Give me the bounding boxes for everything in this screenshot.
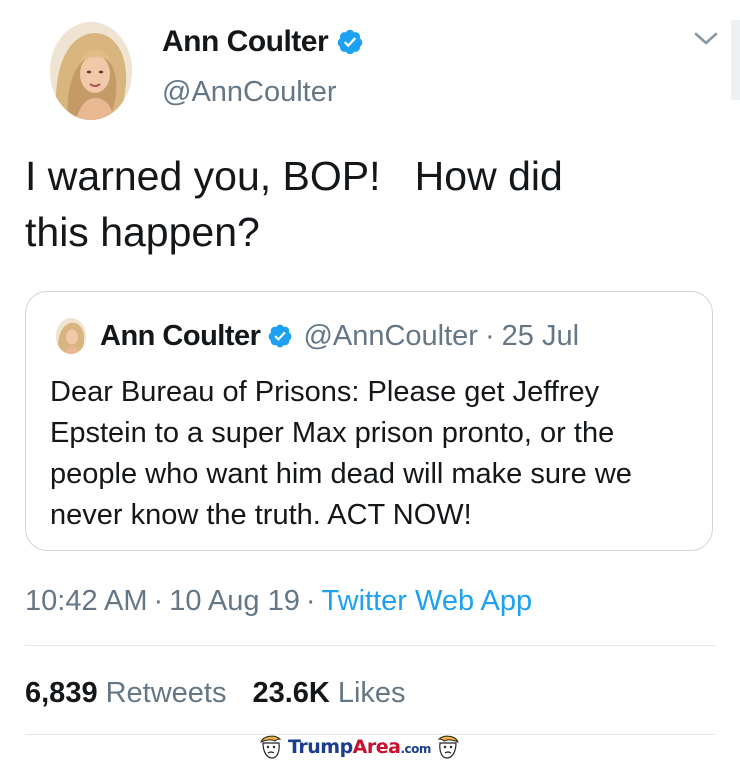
likes-label: Likes	[337, 677, 406, 709]
quoted-tweet-date: 25 Jul	[501, 319, 580, 352]
tweet-text: I warned you, BOP! How did this happen?	[25, 153, 563, 255]
watermark-trump: Trump	[288, 736, 353, 758]
tweet-source-link[interactable]: Twitter Web App	[322, 585, 533, 617]
author-handle[interactable]: @AnnCoulter	[162, 74, 337, 110]
trumparea-watermark: TrumpArea.com	[258, 733, 461, 761]
divider	[25, 645, 715, 646]
author-avatar[interactable]	[50, 22, 132, 120]
author-name-row[interactable]: Ann Coulter	[162, 22, 364, 62]
verified-badge-icon	[336, 28, 364, 56]
likes-stat[interactable]: 23.6K Likes	[252, 677, 405, 709]
quoted-author-avatar	[56, 318, 86, 354]
tweet-time: 10:42 AM	[25, 585, 148, 617]
caricature-icon	[260, 735, 282, 759]
author-name[interactable]: Ann Coulter	[162, 22, 329, 62]
chevron-down-icon[interactable]	[694, 28, 718, 50]
scroll-edge	[731, 20, 740, 100]
separator-dot: ·	[153, 585, 164, 617]
tweet-stats: 6,839 Retweets 23.6K Likes	[25, 674, 406, 712]
caricature-icon	[437, 735, 459, 759]
watermark-area: Area	[352, 736, 401, 758]
quoted-tweet-header: Ann Coulter @AnnCoulter · 25 Jul	[100, 316, 579, 356]
quoted-tweet-text: Dear Bureau of Prisons: Please get Jeffr…	[50, 376, 632, 531]
retweets-count: 6,839	[25, 677, 98, 709]
tweet-date: 10 Aug 19	[169, 585, 300, 617]
verified-badge-icon	[267, 323, 293, 349]
tweet-meta: 10:42 AM · 10 Aug 19 · Twitter Web App	[25, 582, 532, 620]
retweets-stat[interactable]: 6,839 Retweets	[25, 677, 226, 709]
watermark-com: .com	[400, 742, 431, 756]
quoted-author-handle: @AnnCoulter	[303, 319, 478, 352]
separator-dot: ·	[484, 319, 495, 352]
quoted-author-name: Ann Coulter	[100, 319, 261, 352]
likes-count: 23.6K	[252, 677, 330, 709]
retweets-label: Retweets	[105, 677, 227, 709]
separator-dot: ·	[305, 585, 316, 617]
